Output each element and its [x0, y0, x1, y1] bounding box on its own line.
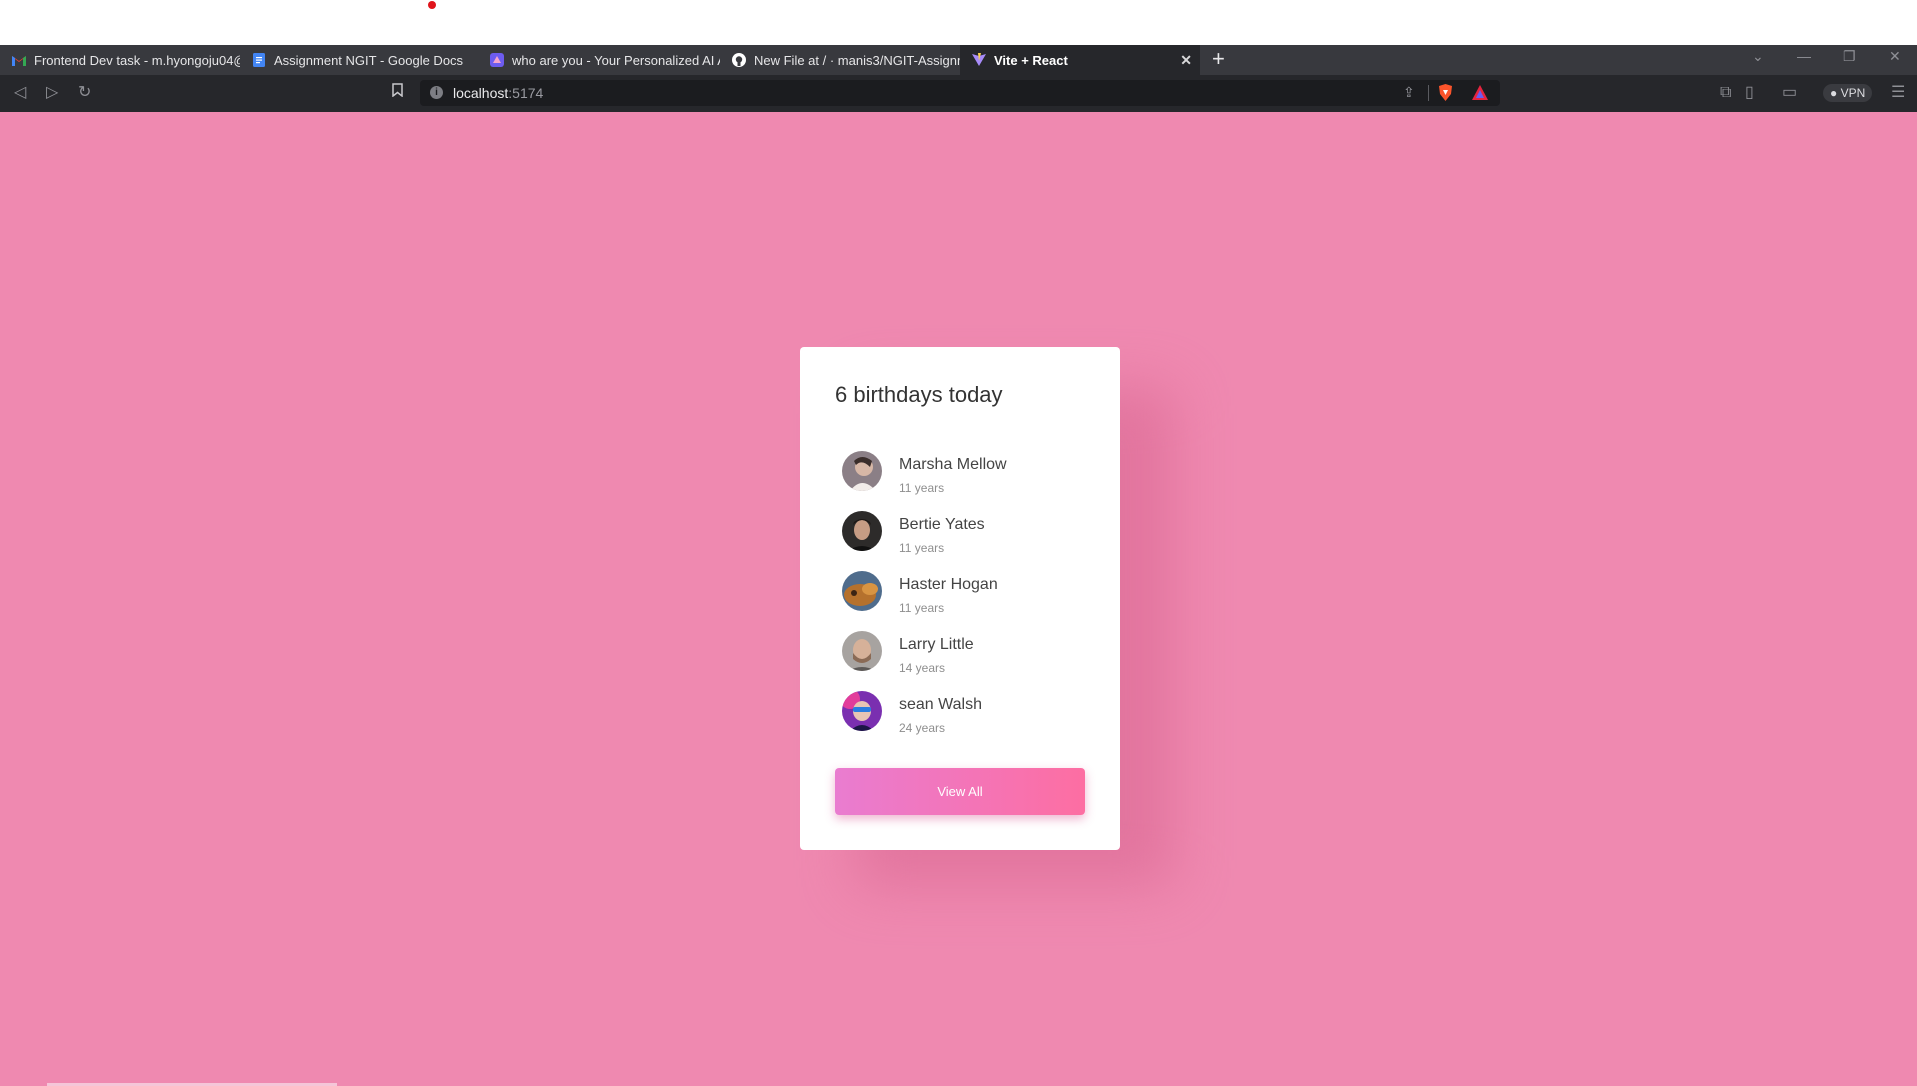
tab-label: Assignment NGIT - Google Docs [274, 52, 464, 68]
forward-icon[interactable]: ▷ [46, 83, 58, 103]
tab-label: who are you - Your Personalized AI As [512, 52, 720, 68]
bookmark-icon[interactable] [392, 83, 403, 103]
view-all-button[interactable]: View All [835, 768, 1085, 815]
ai-assistant-icon [490, 53, 504, 67]
person-age: 24 years [899, 721, 946, 735]
tab-label: Vite + React [994, 52, 1068, 68]
divider [1428, 85, 1429, 101]
extensions-icon[interactable]: ⧉ [1720, 83, 1731, 103]
list-item: Larry Little 14 years [842, 631, 1082, 681]
tab-gmail[interactable]: Frontend Dev task - m.hyongoju04@g [0, 45, 240, 75]
avatar [842, 451, 882, 491]
menu-icon[interactable]: ☰ [1891, 83, 1905, 103]
minimize-icon[interactable]: — [1797, 48, 1811, 64]
vite-icon [972, 53, 986, 67]
tab-vite-react[interactable]: Vite + React ✕ [960, 45, 1200, 75]
avatar [842, 511, 882, 551]
person-name: sean Walsh [899, 696, 982, 713]
person-age: 11 years [899, 541, 945, 555]
url-text[interactable]: localhost:5174 [453, 85, 543, 101]
list-item: sean Walsh 24 years [842, 691, 1082, 741]
tab-label: Frontend Dev task - m.hyongoju04@g [34, 52, 240, 68]
vpn-button[interactable]: ● VPN [1823, 84, 1873, 102]
person-name: Bertie Yates [899, 516, 985, 533]
list-item: Marsha Mellow 11 years [842, 451, 1082, 501]
person-age: 11 years [899, 601, 945, 615]
tab-google-docs[interactable]: Assignment NGIT - Google Docs [240, 45, 480, 75]
site-info-icon[interactable]: i [430, 86, 443, 99]
tab-label: New File at / · manis3/NGIT-Assignme [754, 52, 960, 68]
reload-icon[interactable]: ↻ [78, 83, 91, 103]
close-icon[interactable]: ✕ [1180, 52, 1192, 69]
restore-icon[interactable]: ❐ [1843, 48, 1856, 65]
gmail-icon [12, 53, 26, 67]
list-item: Haster Hogan 11 years [842, 571, 1082, 621]
list-item: Bertie Yates 11 years [842, 511, 1082, 561]
tab-github[interactable]: New File at / · manis3/NGIT-Assignme [720, 45, 960, 75]
person-age: 14 years [899, 661, 946, 675]
person-name: Marsha Mellow [899, 456, 1007, 473]
new-tab-button[interactable]: + [1212, 46, 1225, 72]
brave-rewards-icon[interactable] [1472, 85, 1488, 105]
avatar [842, 691, 882, 731]
url-host: localhost [453, 85, 509, 101]
card-title: 6 birthdays today [835, 382, 1003, 407]
screen-top-strip [0, 0, 1917, 45]
person-age: 11 years [899, 481, 945, 495]
brave-shield-icon[interactable] [1438, 84, 1453, 106]
back-icon[interactable]: ◁ [14, 83, 26, 103]
avatar [842, 571, 882, 611]
vpn-label: VPN [1840, 86, 1866, 100]
avatar [842, 631, 882, 671]
window-close-icon[interactable]: ✕ [1889, 48, 1901, 65]
wallet-icon[interactable]: ▭ [1782, 83, 1797, 103]
person-name: Haster Hogan [899, 576, 998, 593]
tab-ai-assistant[interactable]: who are you - Your Personalized AI As [480, 45, 720, 75]
browser-tab-bar: Frontend Dev task - m.hyongoju04@g Assig… [0, 45, 1917, 75]
tab-search-icon[interactable]: ⌄ [1752, 48, 1764, 65]
github-icon [732, 53, 746, 67]
recording-indicator-icon [428, 1, 436, 9]
url-port: :5174 [508, 85, 544, 101]
google-docs-icon [252, 53, 266, 67]
birthday-card: 6 birthdays today Marsha Mellow 11 years… [800, 347, 1120, 850]
person-name: Larry Little [899, 636, 974, 653]
share-icon[interactable]: ⇪ [1403, 84, 1415, 101]
address-bar[interactable]: i localhost:5174 ⇪ [420, 80, 1500, 106]
sidebar-icon[interactable]: ▯ [1745, 83, 1754, 103]
